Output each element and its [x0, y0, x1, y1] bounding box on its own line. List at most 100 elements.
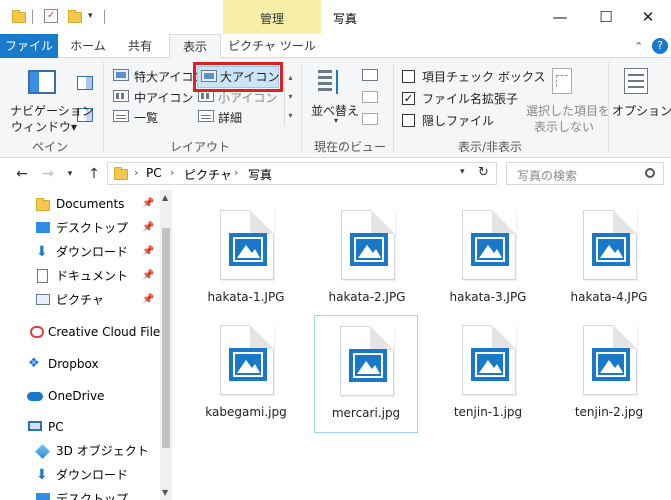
file-item[interactable]: hakata-3.JPG — [437, 200, 539, 318]
image-file-icon — [583, 210, 637, 280]
sidebar-item-documents[interactable]: Documents 📌 — [0, 193, 160, 215]
hide-selected-label-2[interactable]: 表示しない — [526, 118, 602, 135]
file-extensions-label[interactable]: ファイル名拡張子 — [422, 90, 518, 107]
breadcrumb-separator[interactable]: › — [134, 166, 138, 179]
address-dropdown-icon[interactable]: ▾ — [460, 167, 465, 177]
sidebar-item-desktop[interactable]: デスクトップ 📌 — [0, 217, 160, 239]
breadcrumb-photos[interactable]: 写真 — [248, 166, 272, 183]
recent-locations-icon[interactable]: ▾ — [60, 164, 80, 184]
divider — [103, 62, 104, 152]
onedrive-icon — [27, 392, 43, 401]
image-file-icon — [220, 325, 274, 395]
sort-dropdown-icon[interactable]: ▾ — [334, 116, 338, 125]
maximize-button[interactable]: ☐ — [583, 0, 629, 34]
options-icon[interactable] — [624, 68, 648, 94]
sidebar-item-onedrive[interactable]: OneDrive — [0, 385, 160, 407]
breadcrumb-pictures[interactable]: ピクチャ — [184, 166, 232, 183]
3d-objects-icon — [35, 444, 50, 459]
file-item[interactable]: tenjin-2.jpg — [558, 315, 660, 433]
refresh-icon[interactable]: ↻ — [478, 165, 489, 180]
address-bar[interactable]: › PC › ピクチャ › 写真 ▾ ↻ — [107, 162, 497, 185]
item-checkboxes-checkbox[interactable] — [402, 70, 415, 83]
collapse-ribbon-icon[interactable]: ⌃ — [634, 40, 643, 53]
layout-list[interactable]: 一覧 — [134, 109, 158, 126]
file-item[interactable]: hakata-4.JPG — [558, 200, 660, 318]
preview-pane-icon[interactable] — [77, 76, 93, 90]
sidebar-item-downloads[interactable]: ⬇ ダウンロード 📌 — [0, 241, 160, 263]
image-file-icon — [462, 325, 516, 395]
help-icon[interactable]: ? — [652, 38, 668, 54]
scroll-up-icon[interactable]: ▲ — [162, 193, 168, 202]
hidden-files-checkbox[interactable] — [402, 114, 415, 127]
breadcrumb-separator[interactable]: › — [170, 166, 174, 179]
file-name: mercari.jpg — [331, 406, 401, 420]
divider — [608, 62, 609, 152]
sidebar-item-dropbox[interactable]: ❖ Dropbox — [0, 353, 160, 375]
sidebar-item-downloads-pc[interactable]: ⬇ ダウンロード — [0, 464, 160, 486]
breadcrumb-separator[interactable]: › — [234, 166, 238, 179]
image-file-icon — [462, 210, 516, 280]
layout-details[interactable]: 詳細 — [218, 109, 242, 126]
breadcrumb-pc[interactable]: PC — [146, 166, 162, 180]
file-item[interactable]: hakata-1.JPG — [195, 200, 297, 318]
pin-icon: 📌 — [142, 198, 155, 209]
hide-selected-label[interactable]: 選択した項目を — [526, 102, 610, 119]
minimize-button[interactable]: — — [537, 0, 583, 34]
file-item-selected[interactable]: mercari.jpg — [314, 315, 418, 433]
scroll-down-icon[interactable]: ▼ — [162, 488, 168, 497]
file-name: hakata-4.JPG — [570, 290, 648, 304]
back-icon[interactable]: ← — [12, 164, 32, 184]
sidebar-item-3d-objects[interactable]: 3D オブジェクト — [0, 440, 160, 462]
sidebar-item-pictures[interactable]: ピクチャ 📌 — [0, 289, 160, 311]
forward-icon[interactable]: → — [38, 164, 58, 184]
sidebar-item-label: ドキュメント — [56, 269, 129, 283]
hidden-files-label[interactable]: 隠しファイル — [422, 112, 494, 129]
image-file-icon — [220, 210, 274, 280]
item-checkboxes-label[interactable]: 項目チェック ボックス — [422, 68, 545, 85]
navigation-pane-label-2[interactable]: ウィンドウ▾ — [10, 118, 78, 135]
size-columns-icon[interactable] — [362, 113, 378, 125]
pin-icon: 📌 — [142, 294, 155, 305]
file-list: hakata-1.JPG hakata-2.JPG hakata-3.JPG h… — [172, 190, 671, 500]
sort-icon[interactable] — [318, 70, 340, 94]
pictures-icon — [36, 294, 50, 305]
new-folder-icon[interactable] — [68, 10, 82, 23]
sidebar-item-creative-cloud[interactable]: Creative Cloud Files — [0, 321, 167, 343]
sidebar-item-label: ダウンロード — [56, 468, 129, 482]
add-columns-icon[interactable] — [362, 91, 378, 103]
file-item[interactable]: hakata-2.JPG — [316, 200, 418, 318]
context-group-label: 管理 — [259, 12, 284, 26]
sidebar-item-label: ピクチャ — [56, 293, 104, 307]
file-item[interactable]: tenjin-1.jpg — [437, 315, 539, 433]
extra-large-icons-icon — [113, 69, 129, 81]
search-icon[interactable] — [645, 168, 655, 178]
close-button[interactable]: ✕ — [625, 0, 671, 34]
tab-home[interactable]: ホーム — [66, 34, 110, 58]
ribbon: ナビゲーション ウィンドウ▾ ペイン 特大アイコン 中アイコン 一覧 小アイコン… — [0, 58, 671, 158]
sidebar-item-label: 3D オブジェクト — [56, 444, 149, 458]
hide-selected-icon[interactable] — [552, 68, 572, 94]
tab-file[interactable]: ファイル — [0, 34, 58, 58]
options-label[interactable]: オプション — [612, 102, 671, 119]
scrollbar-thumb[interactable] — [162, 228, 170, 448]
properties-icon[interactable]: ✓ — [44, 9, 58, 23]
navigation-pane-label[interactable]: ナビゲーション — [10, 102, 94, 119]
search-input[interactable]: 写真の検索 — [506, 162, 664, 185]
sidebar-item-label: デスクトップ — [56, 221, 129, 235]
sidebar-item-documents-jp[interactable]: ドキュメント 📌 — [0, 265, 160, 287]
layout-scroll-icon[interactable]: ▴ ▾ ▾ — [284, 68, 296, 126]
tab-picture-tools[interactable]: ピクチャ ツール — [223, 34, 321, 58]
up-icon[interactable]: ↑ — [84, 164, 104, 184]
file-name: hakata-1.JPG — [207, 290, 285, 304]
group-by-icon[interactable] — [362, 69, 378, 81]
file-item[interactable]: kabegami.jpg — [195, 315, 297, 433]
folder-icon — [36, 197, 50, 211]
sidebar-item-desktop-pc[interactable]: デスクトップ — [0, 488, 160, 500]
file-extensions-checkbox[interactable]: ✓ — [402, 92, 415, 105]
tab-share[interactable]: 共有 — [118, 34, 162, 58]
navigation-pane-icon[interactable] — [28, 70, 56, 94]
customize-toolbar-icon[interactable]: ▾ — [88, 12, 102, 24]
tab-view[interactable]: 表示 — [169, 34, 221, 59]
sidebar-item-pc[interactable]: PC — [0, 416, 160, 438]
layout-medium-icons[interactable]: 中アイコン — [134, 89, 193, 106]
